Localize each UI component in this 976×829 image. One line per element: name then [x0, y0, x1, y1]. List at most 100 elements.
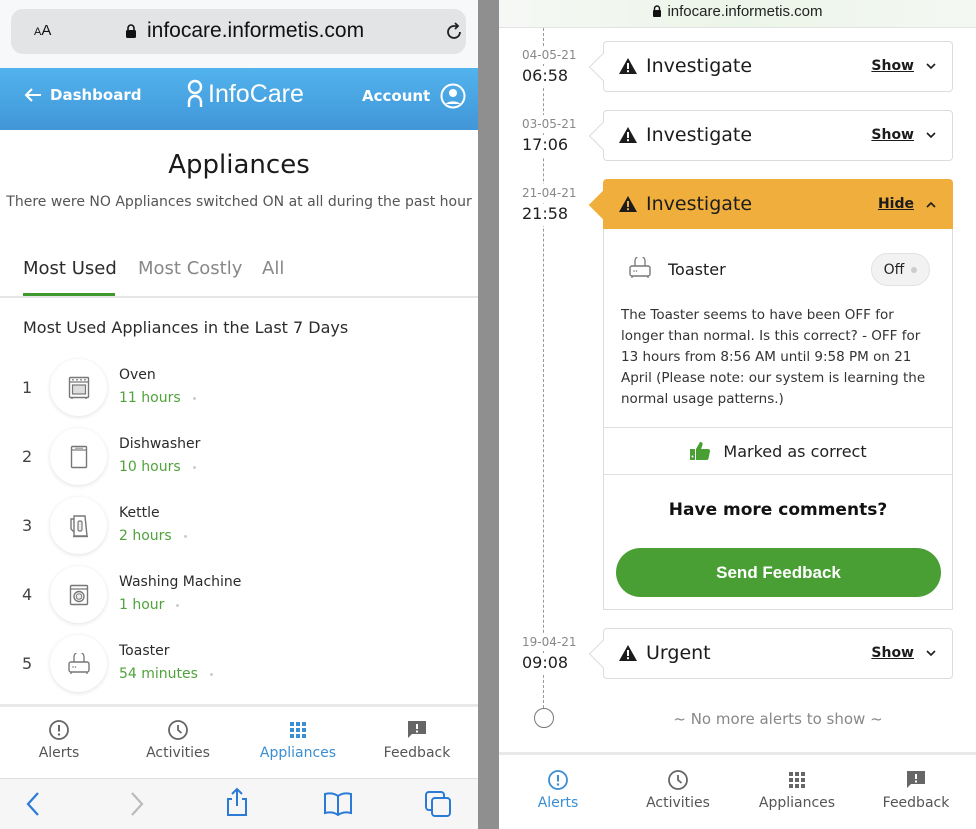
nav-activities[interactable]: Activities — [623, 769, 733, 811]
alert-circle-icon — [49, 720, 69, 740]
show-toggle[interactable]: Show — [871, 127, 936, 143]
state-toggle[interactable]: Off — [871, 253, 930, 286]
nav-label: Alerts — [537, 795, 579, 811]
appliance-name: Toaster — [119, 643, 170, 659]
send-feedback-button[interactable]: Send Feedback — [616, 548, 941, 597]
card-pointer — [588, 639, 618, 669]
alert-description: The Toaster seems to have been OFF for l… — [621, 307, 926, 407]
text-size-button[interactable]: AA — [34, 22, 51, 39]
grid-icon — [789, 772, 805, 788]
nav-label: Feedback — [383, 745, 451, 761]
section-title: Most Used Appliances in the Last 7 Days — [23, 318, 349, 337]
toggle-label: Show — [871, 58, 914, 74]
nav-label: Alerts — [38, 745, 80, 761]
appliance-name: Toaster — [668, 260, 726, 279]
list-item[interactable]: 4 Washing Machine 1 hour — [0, 563, 478, 632]
warning-icon — [619, 645, 637, 661]
logo-text: InfoCare — [208, 79, 304, 108]
card-pointer — [588, 52, 618, 82]
alert-card[interactable]: Urgent Show — [588, 628, 953, 679]
nav-label: Appliances — [758, 795, 836, 811]
alert-card-expanded[interactable]: Investigate Hide — [588, 179, 953, 230]
alert-title: Urgent — [646, 642, 711, 664]
dot-marker — [192, 465, 196, 469]
feedback-icon — [907, 771, 925, 788]
rank-number: 5 — [22, 654, 33, 673]
duration-text: 54 minutes — [119, 666, 198, 682]
alert-card[interactable]: Investigate Show — [588, 110, 953, 161]
share-icon[interactable] — [224, 787, 250, 817]
nav-feedback[interactable]: Feedback — [861, 769, 971, 811]
state-label: Off — [883, 261, 905, 278]
appliance-duration: 11 hours — [119, 390, 196, 406]
lock-icon — [126, 24, 136, 38]
comments-prompt: Have more comments? — [668, 500, 888, 520]
address-bar[interactable]: AA infocare.informetis.com — [11, 9, 466, 54]
appliance-name: Kettle — [119, 505, 160, 521]
nav-alerts[interactable]: Alerts — [4, 719, 114, 761]
marked-correct-row: Marked as correct — [604, 427, 952, 475]
user-circle-icon — [440, 83, 466, 109]
nav-feedback[interactable]: Feedback — [362, 719, 472, 761]
alert-time: 09:08 — [522, 653, 569, 675]
reload-icon[interactable] — [443, 21, 465, 43]
url-text[interactable]: infocare.informetis.com — [147, 19, 364, 43]
alert-date: 04-05-21 — [522, 46, 577, 64]
alert-date: 21-04-21 — [522, 184, 577, 202]
washing-machine-icon — [69, 584, 88, 605]
show-toggle[interactable]: Show — [871, 645, 936, 661]
browser-back-icon[interactable] — [25, 791, 41, 817]
page-title: Appliances — [168, 150, 310, 180]
oven-icon — [68, 376, 89, 399]
app-header: Dashboard InfoCare Account — [0, 68, 478, 130]
nav-appliances[interactable]: Appliances — [243, 719, 353, 761]
alert-detail-panel: Toaster Off The Toaster seems to have be… — [603, 229, 953, 610]
list-item[interactable]: 2 Dishwasher 10 hours — [0, 425, 478, 494]
account-link[interactable]: Account — [362, 83, 466, 109]
appliance-icon-circle — [50, 497, 107, 554]
tabs-icon[interactable] — [424, 790, 452, 818]
appliance-tabs: Most Used Most Costly All — [0, 250, 478, 298]
bookmarks-icon[interactable] — [323, 791, 353, 817]
nav-label: Feedback — [882, 795, 950, 811]
tab-all[interactable]: All — [262, 258, 284, 279]
nav-alerts[interactable]: Alerts — [503, 769, 613, 811]
toaster-icon — [67, 652, 90, 674]
list-item[interactable]: 5 Toaster 54 minutes — [0, 632, 478, 701]
appliances-screen: AA infocare.informetis.com Dashboard Inf… — [0, 0, 478, 829]
address-bar[interactable]: infocare.informetis.com — [499, 0, 976, 28]
nav-label: Activities — [646, 795, 710, 811]
hide-toggle[interactable]: Hide — [878, 196, 936, 212]
warning-icon — [619, 127, 637, 143]
appliance-name: Washing Machine — [119, 574, 242, 590]
kettle-icon — [69, 514, 88, 537]
url-display[interactable]: infocare.informetis.com — [499, 3, 976, 20]
appliance-duration: 10 hours — [119, 459, 196, 475]
duration-text: 10 hours — [119, 459, 181, 475]
clock-icon — [668, 770, 688, 790]
rank-number: 1 — [22, 378, 33, 397]
chevron-down-icon — [926, 131, 936, 138]
alert-card[interactable]: Investigate Show — [588, 41, 953, 92]
account-label: Account — [362, 87, 431, 105]
feedback-icon — [408, 721, 426, 738]
dishwasher-icon — [70, 445, 87, 468]
arrow-left-icon — [24, 88, 41, 102]
nav-appliances[interactable]: Appliances — [742, 769, 852, 811]
dashboard-back-link[interactable]: Dashboard — [24, 86, 141, 104]
toggle-label: Show — [871, 127, 914, 143]
nav-activities[interactable]: Activities — [123, 719, 233, 761]
appliance-icon-circle — [50, 359, 107, 416]
tab-most-used[interactable]: Most Used — [23, 258, 117, 279]
bottom-nav: Alerts Activities Appliances Feedback — [0, 704, 478, 778]
safari-toolbar — [0, 778, 478, 829]
warning-icon — [619, 196, 637, 212]
browser-forward-icon[interactable] — [129, 791, 145, 817]
nav-label: Activities — [146, 745, 210, 761]
list-item[interactable]: 3 Kettle 2 hours — [0, 494, 478, 563]
list-item[interactable]: 1 Oven 11 hours — [0, 356, 478, 425]
infocare-logo: InfoCare — [186, 79, 304, 109]
tab-most-costly[interactable]: Most Costly — [138, 258, 242, 279]
show-toggle[interactable]: Show — [871, 58, 936, 74]
appliance-duration: 2 hours — [119, 528, 187, 544]
